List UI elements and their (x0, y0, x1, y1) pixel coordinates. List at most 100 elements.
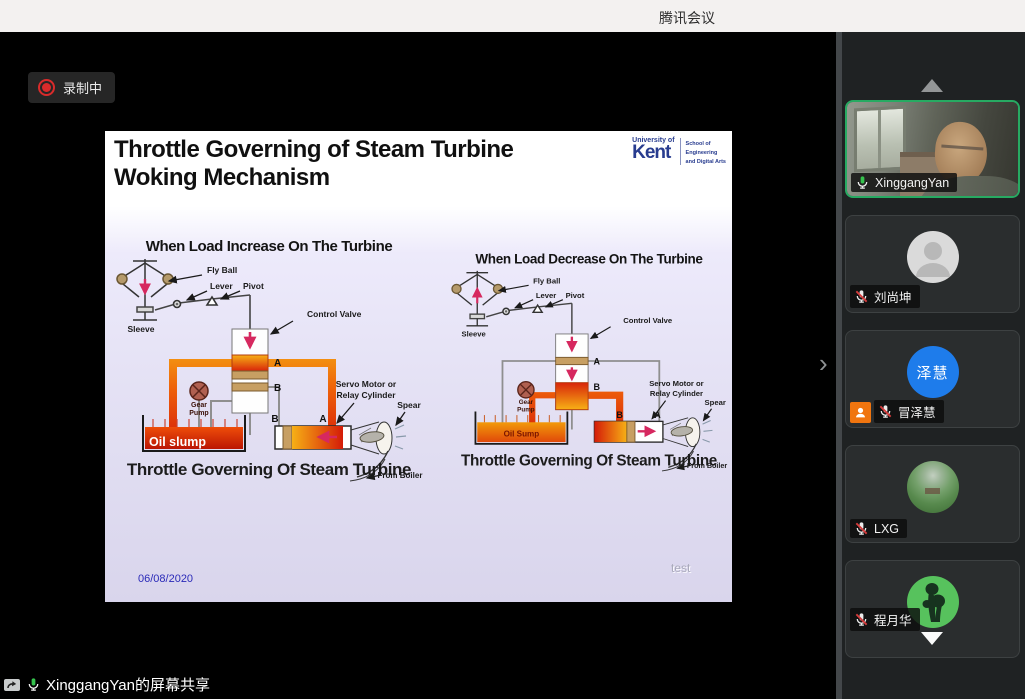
mic-muted-icon (854, 521, 869, 536)
sleeve-label: Sleeve (462, 330, 486, 339)
servo-label1: Servo Motor or (336, 379, 397, 389)
slide-watermark: test (671, 561, 690, 575)
diagram-load-decrease: When Load Decrease On The Turbine Sleeve… (443, 251, 735, 480)
gear-pump-label1: Gear (519, 399, 534, 406)
scroll-up-icon[interactable] (921, 79, 943, 92)
scroll-down-icon[interactable] (921, 632, 943, 645)
control-valve-label: Control Valve (307, 309, 362, 319)
servo-label2: Relay Cylinder (650, 389, 703, 398)
lever-arrow (515, 300, 533, 308)
person-silhouette-icon (907, 231, 959, 283)
spear-arrow (703, 409, 711, 421)
control-valve-arrow (591, 327, 611, 339)
gear-pump-label2: Pump (189, 410, 208, 417)
kent-school-line2: Engineering (686, 149, 726, 158)
participant-tile-liushangkun[interactable]: 刘尚坤 (845, 215, 1020, 313)
avatar (907, 231, 959, 283)
diagram-caption: Throttle Governing Of Steam Turbine (127, 460, 411, 479)
spear-arrow (396, 412, 405, 425)
record-dot-icon (38, 79, 55, 96)
diagram-load-increase: When Load Increase On The Turbine Sleeve… (107, 237, 431, 491)
kent-logo-school: School of Engineering and Digital Arts (686, 137, 726, 166)
lever-arrow (187, 291, 207, 300)
avatar-initials: 泽慧 (916, 362, 948, 383)
screen-share-icon (3, 677, 21, 693)
fly-ball-label: Fly Ball (207, 265, 237, 275)
gear-pump (190, 382, 208, 400)
mic-muted-icon (854, 612, 869, 627)
participant-tile-xinggangyan[interactable]: XinggangYan (845, 100, 1020, 198)
mic-muted-icon (878, 404, 893, 419)
mic-muted-icon (854, 289, 869, 304)
valve-port-b-label: B (594, 382, 601, 392)
slide-title-line2: Woking Mechanism (114, 164, 634, 192)
flyball-governor (117, 259, 173, 320)
flyball-governor (452, 271, 502, 326)
avatar-photo-detail (925, 488, 940, 494)
valve-port-b-label: B (274, 383, 281, 394)
slide-title-line1: Throttle Governing of Steam Turbine (114, 136, 634, 164)
gear-pump (518, 382, 534, 398)
servo-label2: Relay Cylinder (336, 390, 396, 400)
lever-linkage (155, 295, 250, 329)
oil-sump-tank (475, 411, 567, 443)
name-chip: XinggangYan (851, 173, 957, 192)
participant-name: XinggangYan (875, 176, 949, 190)
kent-school-line3: and Digital Arts (686, 158, 726, 167)
cylinder-b-label: B (271, 414, 278, 425)
valve-port-a-label: A (274, 358, 281, 369)
recording-label: 录制中 (63, 78, 102, 97)
member-badge-icon (850, 402, 871, 423)
participant-tile-lxg[interactable]: LXG (845, 445, 1020, 543)
gear-pump-label2: Pump (517, 406, 535, 413)
control-valve (556, 334, 588, 410)
spear-label: Spear (397, 400, 421, 410)
name-chip: 程月华 (850, 608, 920, 631)
chevron-right-icon[interactable]: › (819, 350, 828, 376)
video-window (854, 106, 906, 173)
participants-sidebar: XinggangYan (842, 32, 1025, 699)
participant-name: LXG (874, 522, 899, 536)
mic-on-icon (26, 677, 41, 692)
pivot-label: Pivot (243, 281, 264, 291)
valve-port-a-label: A (594, 357, 601, 367)
gear-pump-label1: Gear (191, 402, 207, 409)
meeting-window: 腾讯会议 录制中 Throttle Governing of Steam Tur… (0, 0, 1025, 699)
participant-name: 冒泽慧 (898, 402, 936, 421)
control-valve-label: Control Valve (623, 316, 672, 325)
cylinder-b-label: B (616, 410, 623, 420)
avatar: 泽慧 (907, 346, 959, 398)
kent-logo-name: Kent (632, 144, 674, 161)
kent-logo-divider (680, 138, 681, 165)
oil-sump-label: Oil slump (149, 435, 206, 449)
shared-slide: Throttle Governing of Steam Turbine Woki… (105, 131, 732, 602)
servo-arrow (337, 403, 354, 423)
fly-ball-label: Fly Ball (533, 276, 560, 285)
person-icon (854, 406, 867, 419)
slide-title: Throttle Governing of Steam Turbine Woki… (114, 136, 634, 192)
screen-share-label: XinggangYan的屏幕共享 (46, 674, 210, 695)
screen-share-status: XinggangYan的屏幕共享 (3, 674, 210, 695)
avatar (907, 461, 959, 513)
slide-date: 06/08/2020 (138, 573, 193, 585)
fly-ball-arrow (499, 285, 529, 290)
participant-name: 刘尚坤 (874, 287, 912, 306)
name-chip: 冒泽慧 (874, 400, 944, 423)
control-valve (232, 329, 268, 413)
name-chip: 刘尚坤 (850, 285, 920, 308)
kent-school-line1: School of (686, 140, 726, 149)
lever-label: Lever (536, 291, 556, 300)
lever-label: Lever (210, 281, 233, 291)
servo-cylinder (275, 426, 351, 449)
kent-logo-left: University of Kent (632, 137, 674, 166)
spear-label: Spear (705, 398, 726, 407)
lever-linkage (486, 303, 572, 334)
diagram-heading: When Load Decrease On The Turbine (475, 252, 703, 267)
sleeve-label: Sleeve (128, 324, 155, 334)
title-bar: 腾讯会议 (0, 0, 1025, 32)
diagram-caption: Throttle Governing Of Steam Turbine (461, 453, 717, 470)
pivot-label: Pivot (566, 291, 585, 300)
participant-tile-maozehui[interactable]: 泽慧 冒泽慧 (845, 330, 1020, 428)
recording-indicator[interactable]: 录制中 (28, 72, 115, 103)
mic-on-icon (855, 175, 870, 190)
